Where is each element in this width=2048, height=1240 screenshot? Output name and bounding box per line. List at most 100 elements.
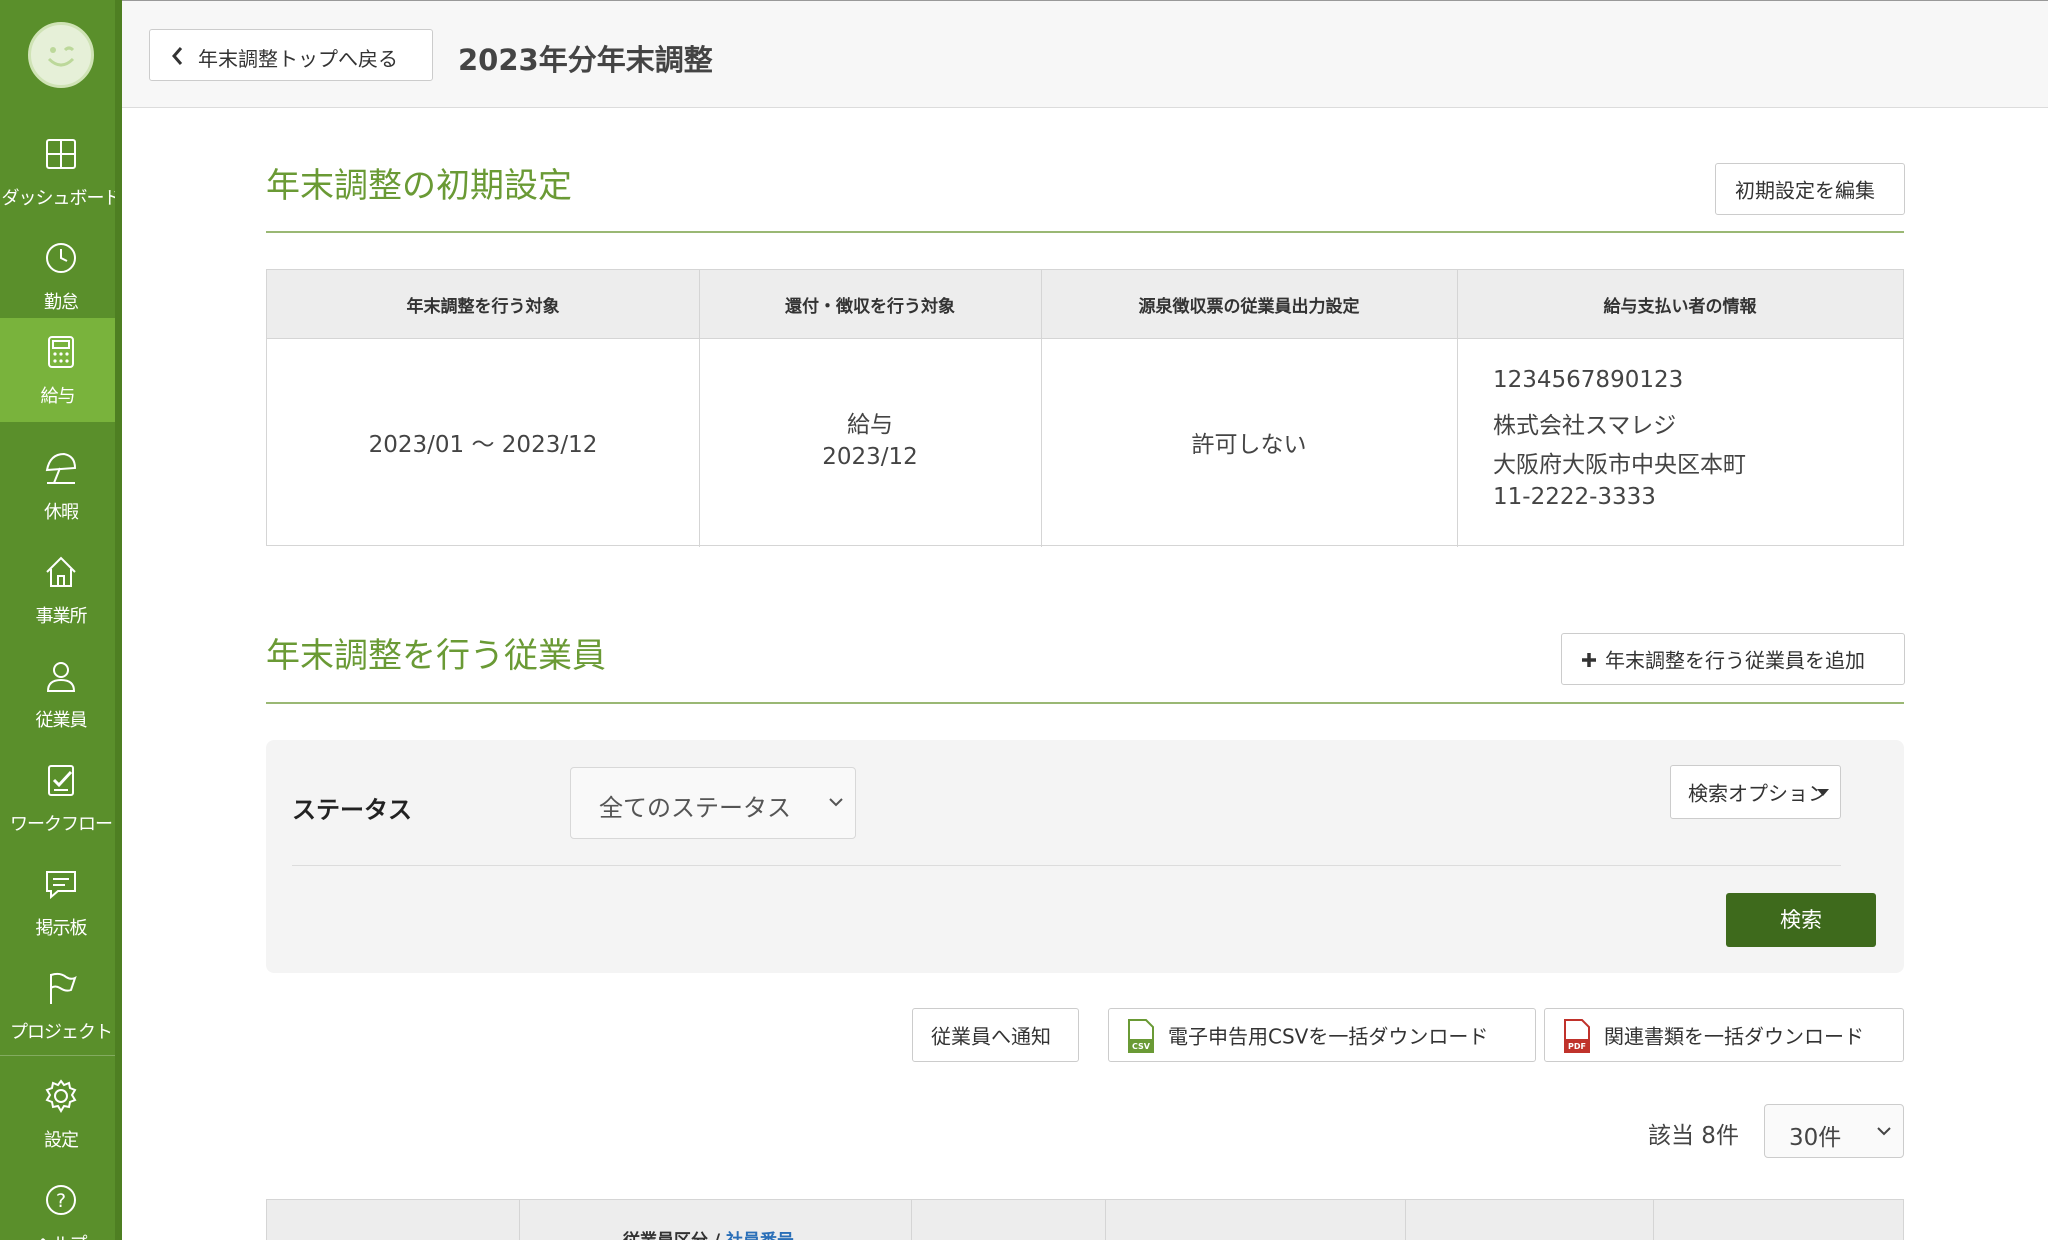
employee-number-sort-link[interactable]: 社員番号: [726, 1231, 794, 1240]
target-period-cell: 2023/01 〜 2023/12: [267, 339, 699, 546]
sidebar-item-label: プロジェクト: [10, 1022, 113, 1043]
chevron-down-icon: [1877, 1127, 1891, 1136]
payer-info-cell: 1234567890123 株式会社スマレジ 大阪府大阪市中央区本町 11-22…: [1457, 339, 1903, 546]
sidebar-item-attendance[interactable]: 勤怠: [0, 224, 122, 328]
sidebar-item-board[interactable]: 掲示板: [0, 850, 122, 954]
column-header: 源泉徴収票の従業員出力設定: [1138, 297, 1360, 317]
back-to-top-button[interactable]: 年末調整トップへ戻る: [149, 29, 433, 81]
sidebar-item-label: 従業員: [35, 710, 88, 731]
employees-section-title: 年末調整を行う従業員: [266, 636, 606, 676]
edit-settings-label: 初期設定を編集: [1735, 178, 1875, 203]
sidebar-scrollbar[interactable]: [115, 0, 122, 1240]
search-button[interactable]: 検索: [1726, 893, 1876, 947]
column-divider: [1105, 1200, 1106, 1240]
sidebar-item-label: 事業所: [35, 606, 88, 627]
smiley-logo-icon: [47, 46, 75, 67]
dashboard-icon: [46, 139, 76, 169]
svg-text:?: ?: [56, 1190, 66, 1212]
per-page-select[interactable]: 30件: [1764, 1104, 1904, 1158]
page-title: 2023年分年末調整: [458, 43, 713, 77]
notify-employees-label: 従業員へ通知: [931, 1024, 1051, 1049]
payer-number: 1234567890123: [1493, 367, 1684, 393]
sidebar-item-payroll[interactable]: 給与: [0, 318, 115, 422]
employee-table-header: 従業員区分 / 社員番号: [266, 1199, 1904, 1240]
svg-text:CSV: CSV: [1132, 1042, 1151, 1051]
umbrella-icon: [45, 452, 77, 484]
sidebar-item-label: 休暇: [44, 502, 79, 523]
pdf-file-icon: PDF: [1564, 1019, 1590, 1053]
chat-icon: [46, 871, 76, 900]
sidebar-divider: [0, 1055, 122, 1056]
calculator-icon: [48, 336, 74, 368]
column-header: 年末調整を行う対象: [406, 297, 560, 317]
chevron-left-icon: [172, 47, 183, 65]
back-button-label: 年末調整トップへ戻る: [198, 47, 398, 71]
section-divider: [266, 231, 1904, 233]
sidebar-item-workflow[interactable]: ワークフロー: [0, 746, 122, 850]
help-icon: ?: [46, 1185, 76, 1215]
status-select-value: 全てのステータス: [599, 794, 791, 822]
table-header-row: 年末調整を行う対象 還付・徴収を行う対象 源泉徴収票の従業員出力設定 給与支払い…: [267, 270, 1903, 339]
csv-download-label: 電子申告用CSVを一括ダウンロード: [1168, 1024, 1489, 1049]
documents-download-button[interactable]: PDF 関連書類を一括ダウンロード: [1544, 1008, 1904, 1062]
sidebar-item-label: 設定: [44, 1130, 79, 1151]
column-divider: [911, 1200, 912, 1240]
payer-address: 大阪府大阪市中央区本町: [1493, 452, 1746, 478]
sidebar: ダッシュボード 勤怠 給与 休暇 事業所 従業員 ワークフロー 掲示板 プロジェ…: [0, 0, 122, 1240]
gear-icon: [45, 1079, 77, 1113]
sidebar-item-label: ワークフロー: [10, 814, 113, 835]
refund-target-month: 2023/12: [822, 444, 918, 470]
chevron-down-icon: [829, 798, 843, 807]
initial-settings-table: 年末調整を行う対象 還付・徴収を行う対象 源泉徴収票の従業員出力設定 給与支払い…: [266, 269, 1904, 547]
sidebar-item-leave[interactable]: 休暇: [0, 434, 122, 538]
csv-download-button[interactable]: CSV 電子申告用CSVを一括ダウンロード: [1108, 1008, 1536, 1062]
add-employee-button[interactable]: 年末調整を行う従業員を追加: [1561, 633, 1905, 685]
sidebar-item-settings[interactable]: 設定: [0, 1062, 122, 1166]
refund-target-cell: 給与 2023/12: [699, 339, 1041, 546]
checklist-icon: [48, 765, 74, 796]
payer-company: 株式会社スマレジ: [1493, 413, 1677, 439]
person-icon: [46, 662, 76, 692]
app-logo[interactable]: [28, 22, 94, 88]
page-header: 年末調整トップへ戻る 2023年分年末調整: [122, 0, 2048, 108]
result-count: 該当 8件: [1648, 1123, 1739, 1149]
payer-phone: 11-2222-3333: [1493, 484, 1656, 510]
svg-text:PDF: PDF: [1568, 1042, 1586, 1051]
panel-divider: [292, 865, 1841, 866]
home-icon: [46, 556, 76, 587]
column-header: 還付・徴収を行う対象: [785, 297, 955, 317]
caret-down-icon: [1817, 789, 1829, 796]
sidebar-item-dashboard[interactable]: ダッシュボード: [0, 120, 122, 224]
employee-type-column-header: 従業員区分 / 社員番号: [623, 1226, 794, 1240]
status-label: ステータス: [292, 796, 412, 824]
initial-settings-title: 年末調整の初期設定: [266, 166, 572, 206]
sidebar-item-label: 勤怠: [44, 292, 79, 313]
plus-icon: [1582, 653, 1596, 667]
sidebar-item-employees[interactable]: 従業員: [0, 642, 122, 746]
column-divider: [519, 1200, 520, 1240]
sidebar-item-label: 掲示板: [35, 918, 88, 939]
sidebar-item-project[interactable]: プロジェクト: [0, 954, 122, 1058]
edit-settings-button[interactable]: 初期設定を編集: [1715, 163, 1905, 215]
output-setting-value: 許可しない: [1191, 432, 1307, 458]
search-options-button[interactable]: 検索オプション: [1670, 765, 1841, 819]
sidebar-item-help[interactable]: ? ヘルプ: [0, 1166, 122, 1240]
clock-icon: [46, 243, 76, 273]
search-panel: ステータス 全てのステータス 検索オプション 検索: [266, 740, 1904, 973]
add-employee-label: 年末調整を行う従業員を追加: [1605, 648, 1865, 673]
notify-employees-button[interactable]: 従業員へ通知: [912, 1008, 1079, 1062]
refund-target-type: 給与: [847, 412, 893, 438]
per-page-value: 30件: [1789, 1125, 1842, 1151]
target-period-value: 2023/01 〜 2023/12: [368, 432, 598, 458]
documents-download-label: 関連書類を一括ダウンロード: [1604, 1024, 1864, 1049]
column-divider: [1653, 1200, 1654, 1240]
sidebar-item-label: ヘルプ: [0, 1230, 122, 1240]
employee-type-header-label: 従業員区分 /: [623, 1231, 726, 1240]
column-divider: [1405, 1200, 1406, 1240]
sidebar-item-office[interactable]: 事業所: [0, 538, 122, 642]
csv-file-icon: CSV: [1128, 1019, 1154, 1053]
status-select[interactable]: 全てのステータス: [570, 767, 856, 839]
sidebar-item-label: ダッシュボード: [1, 188, 122, 209]
sidebar-item-label: 給与: [40, 386, 76, 407]
flag-icon: [50, 972, 77, 1004]
